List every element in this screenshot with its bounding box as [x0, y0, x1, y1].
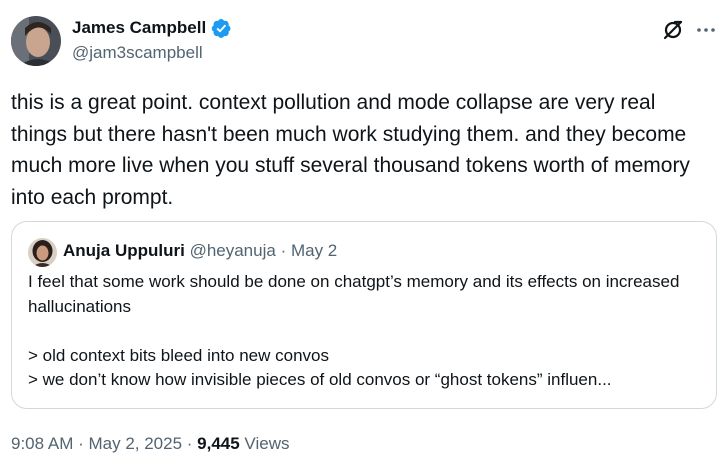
author-name-row[interactable]: James Campbell	[72, 17, 232, 39]
meta-separator-2: ·	[182, 434, 198, 453]
more-options-icon[interactable]	[694, 18, 718, 42]
quoted-author-avatar[interactable]	[28, 238, 57, 267]
verified-badge-icon[interactable]	[211, 18, 232, 39]
views-label: Views	[239, 434, 290, 453]
quoted-author-handle: @heyanuja	[189, 241, 276, 260]
tweet-date[interactable]: May 2, 2025	[88, 434, 182, 453]
author-avatar-image	[11, 16, 61, 66]
quoted-tweet[interactable]: Anuja Uppuluri @heyanuja · May 2 I feel …	[11, 221, 717, 409]
quoted-date[interactable]: May 2	[291, 241, 337, 260]
quoted-blank-line	[28, 319, 708, 344]
quoted-line-1: > old context bits bleed into new convos	[28, 345, 329, 365]
quoted-text: I feel that some work should be done on …	[28, 270, 708, 393]
quoted-author-name[interactable]: Anuja Uppuluri	[63, 241, 185, 260]
author-avatar[interactable]	[11, 16, 61, 66]
author-name[interactable]: James Campbell	[72, 17, 206, 39]
quoted-header: Anuja Uppuluri @heyanuja · May 2	[63, 239, 337, 263]
tweet-text: this is a great point. context pollution…	[11, 91, 690, 209]
grok-icon[interactable]	[661, 18, 685, 42]
tweet-meta: 9:08 AM · May 2, 2025 · 9,445 Views	[11, 432, 289, 456]
tweet-time[interactable]: 9:08 AM	[11, 434, 73, 453]
quoted-separator: ·	[280, 241, 287, 260]
quoted-line-2: > we don’t know how invisible pieces of …	[28, 370, 612, 389]
author-handle[interactable]: @jam3scampbell	[72, 42, 203, 64]
meta-separator-1: ·	[73, 434, 89, 453]
quoted-avatar-image	[28, 238, 57, 267]
quoted-paragraph: I feel that some work should be done on …	[28, 272, 680, 316]
views-count[interactable]: 9,445	[197, 434, 240, 453]
